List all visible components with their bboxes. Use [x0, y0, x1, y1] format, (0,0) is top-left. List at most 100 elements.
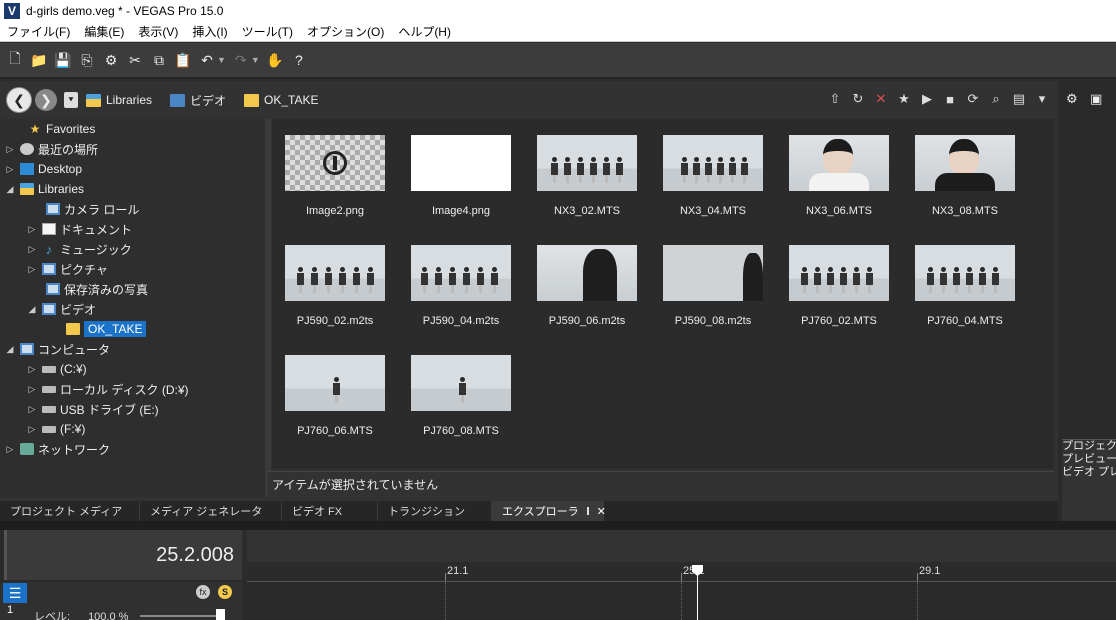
tree-item-drive-e[interactable]: ▷ USB ドライブ (E:) [26, 399, 159, 419]
menu-file[interactable]: ファイル(F) [0, 23, 77, 40]
gear-icon[interactable]: ⚙ [1066, 91, 1082, 107]
tree-item-saved-pictures[interactable]: 保存済みの写真 [30, 279, 148, 299]
file-item[interactable]: PJ590_04.m2ts [398, 229, 524, 335]
tree-item-pictures[interactable]: ▷ ピクチャ [26, 259, 108, 279]
tree-item-computer[interactable]: ◢ コンピュータ [4, 339, 110, 359]
render-icon[interactable]: ⎘ [78, 51, 96, 69]
track-fx-icon[interactable]: fx [196, 585, 210, 599]
expand-chevron-icon[interactable]: ▷ [26, 424, 38, 435]
file-item[interactable]: PJ590_02.m2ts [272, 229, 398, 335]
save-icon[interactable]: 💾 [54, 51, 72, 69]
level-slider-track[interactable] [140, 615, 224, 617]
tree-item-documents[interactable]: ▷ ドキュメント [26, 219, 132, 239]
redo-history-chevron-down-icon[interactable]: ▼ [251, 55, 260, 65]
collapse-chevron-icon[interactable]: ◢ [4, 344, 16, 355]
file-item[interactable]: Image2.png [272, 119, 398, 225]
expand-chevron-icon[interactable]: ▷ [4, 444, 16, 455]
tree-item-network[interactable]: ▷ ネットワーク [4, 439, 110, 459]
tree-item-drive-f[interactable]: ▷ (F:¥) [26, 419, 86, 439]
expand-chevron-icon[interactable]: ▷ [26, 264, 38, 275]
tree-item-drive-c[interactable]: ▷ (C:¥) [26, 359, 87, 379]
expand-chevron-icon[interactable]: ▷ [26, 404, 38, 415]
solo-icon[interactable]: S [218, 585, 232, 599]
menu-options[interactable]: オプション(O) [300, 23, 391, 40]
gear-icon[interactable]: ⚙ [102, 51, 120, 69]
collapse-chevron-icon[interactable]: ◢ [4, 184, 16, 195]
expand-chevron-icon[interactable]: ▷ [26, 244, 38, 255]
whats-this-help-icon[interactable]: ? [290, 51, 308, 69]
up-folder-icon[interactable]: ⇧ [827, 91, 843, 107]
tree-item-music[interactable]: ▷ ♪ ミュージック [26, 239, 132, 259]
redo-icon[interactable]: ↷ [232, 51, 250, 69]
tree-splitter[interactable] [265, 119, 271, 497]
delete-icon[interactable]: ✕ [873, 91, 889, 107]
expand-chevron-icon[interactable]: ▷ [4, 144, 16, 155]
menu-tools[interactable]: ツール(T) [235, 23, 300, 40]
menu-help[interactable]: ヘルプ(H) [391, 23, 458, 40]
file-item[interactable]: NX3_06.MTS [776, 119, 902, 225]
tree-item-camera-roll[interactable]: カメラ ロール [30, 199, 139, 219]
marker-bar[interactable] [247, 530, 1116, 562]
back-button[interactable]: ❮ [6, 87, 32, 113]
tab-project-media[interactable]: プロジェクト メディア [0, 501, 140, 521]
expand-chevron-icon[interactable]: ▷ [26, 364, 38, 375]
collapse-chevron-icon[interactable]: ◢ [26, 304, 38, 315]
tab-explorer[interactable]: エクスプローラ ✕ [492, 501, 606, 521]
file-item[interactable]: PJ760_08.MTS [398, 339, 524, 445]
file-item[interactable]: PJ590_06.m2ts [524, 229, 650, 335]
cut-icon[interactable]: ✂ [126, 51, 144, 69]
expand-chevron-icon[interactable]: ▷ [26, 384, 38, 395]
views-chevron-down-icon[interactable]: ▾ [1034, 91, 1050, 107]
new-file-icon[interactable]: 🗋 [6, 50, 24, 69]
paste-icon[interactable]: 📋 [174, 51, 192, 69]
tree-item-video[interactable]: ◢ ビデオ [26, 299, 96, 319]
file-item[interactable]: NX3_04.MTS [650, 119, 776, 225]
maximize-icon[interactable] [586, 507, 589, 515]
file-item[interactable]: PJ760_02.MTS [776, 229, 902, 335]
menu-view[interactable]: 表示(V) [131, 23, 185, 40]
tab-transitions[interactable]: トランジション [378, 501, 492, 521]
tree-item-favorites[interactable]: ★ Favorites [12, 119, 96, 139]
breadcrumb-video[interactable]: ビデオ [170, 92, 226, 109]
copy-icon[interactable]: ⧉ [150, 51, 168, 69]
tab-video-fx[interactable]: ビデオ FX [282, 501, 378, 521]
properties-icon[interactable]: ✋ [266, 51, 284, 69]
views-icon[interactable]: ▤ [1011, 91, 1027, 107]
file-item[interactable]: PJ760_06.MTS [272, 339, 398, 445]
tree-item-libraries[interactable]: ◢ Libraries [4, 179, 85, 199]
expand-chevron-icon[interactable]: ▷ [26, 224, 38, 235]
menu-edit[interactable]: 編集(E) [77, 23, 131, 40]
tree-item-recent[interactable]: ▷ 最近の場所 [4, 139, 98, 159]
file-item[interactable]: PJ760_04.MTS [902, 229, 1028, 335]
tree-item-drive-d[interactable]: ▷ ローカル ディスク (D:¥) [26, 379, 189, 399]
file-item[interactable]: NX3_08.MTS [902, 119, 1028, 225]
refresh-icon[interactable]: ↻ [850, 91, 866, 107]
auto-preview-icon[interactable]: ⟳ [965, 91, 981, 107]
play-icon[interactable]: ▶ [919, 91, 935, 107]
file-item[interactable]: Image4.png [398, 119, 524, 225]
breadcrumb-libraries[interactable]: Libraries [86, 93, 152, 107]
stop-icon[interactable]: ■ [942, 91, 958, 107]
search-icon[interactable]: ⌕ [988, 91, 1004, 107]
breadcrumb-ok-take[interactable]: OK_TAKE [244, 93, 319, 107]
grid-line [445, 582, 446, 620]
properties-icon[interactable]: ▣ [1090, 91, 1106, 107]
undo-history-chevron-down-icon[interactable]: ▼ [217, 55, 226, 65]
undo-icon[interactable]: ↶ [198, 51, 216, 69]
menu-insert[interactable]: 挿入(I) [185, 23, 234, 40]
tree-item-desktop[interactable]: ▷ Desktop [4, 159, 83, 179]
track-menu-icon[interactable]: ☰ [3, 583, 27, 603]
open-folder-icon[interactable]: 📁 [30, 51, 48, 69]
file-item[interactable]: NX3_02.MTS [524, 119, 650, 225]
tree-item-ok-take[interactable]: OK_TAKE [50, 319, 147, 339]
panel-divider[interactable] [0, 521, 1116, 530]
close-icon[interactable]: ✕ [597, 505, 606, 518]
expand-chevron-icon[interactable]: ▷ [4, 164, 16, 175]
file-item[interactable]: PJ590_08.m2ts [650, 229, 776, 335]
timeline-ruler[interactable]: 21.1 25.1 29.1 [247, 562, 1116, 582]
favorites-icon[interactable]: ★ [896, 91, 912, 107]
history-chevron-down-icon[interactable]: ⯆ [64, 92, 78, 108]
forward-button[interactable]: ❯ [35, 89, 57, 111]
tab-media-generators[interactable]: メディア ジェネレータ [140, 501, 282, 521]
level-slider-handle[interactable] [216, 609, 225, 620]
